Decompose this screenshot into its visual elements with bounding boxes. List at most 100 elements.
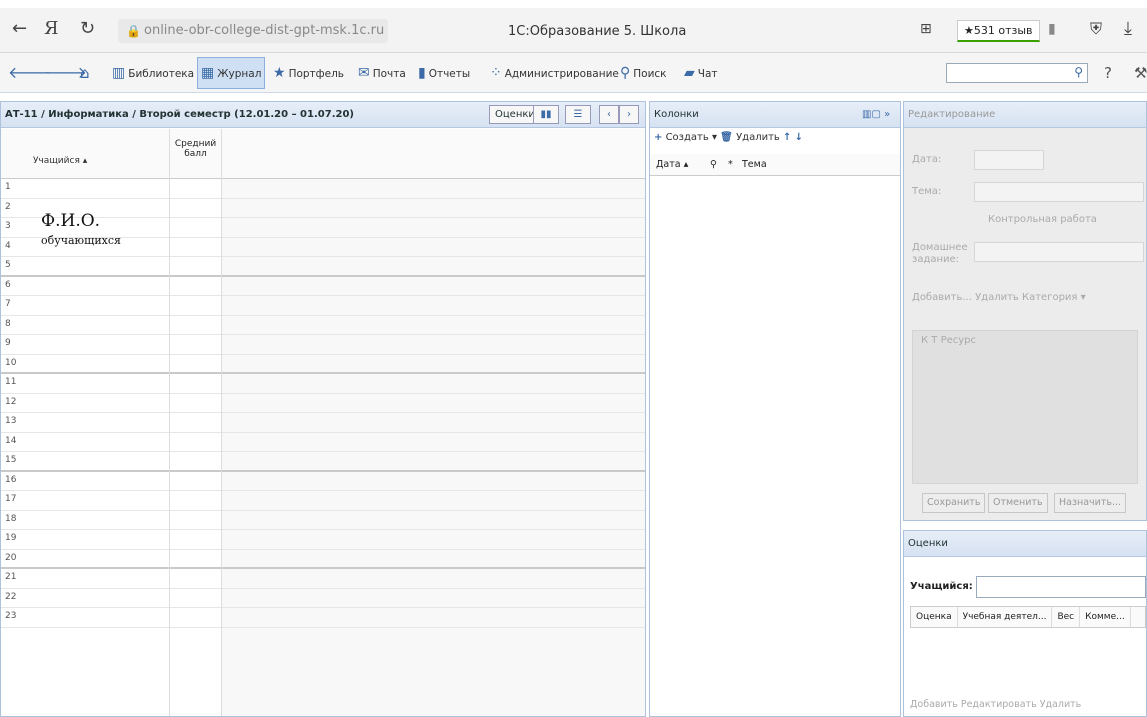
dropdown-icon[interactable]: ▾ [712, 132, 717, 143]
category-dropdown[interactable]: Категория ▾ [1022, 292, 1086, 303]
student-label: Учащийся: [910, 581, 973, 592]
delete-grade-button[interactable]: Удалить [1040, 699, 1082, 710]
journal-header: АТ-11 / Информатика / Второй семестр (12… [1, 102, 645, 128]
table-row[interactable]: 11 [1, 374, 645, 394]
topic-field[interactable] [974, 182, 1144, 202]
table-row[interactable]: 21 [1, 569, 645, 589]
asterisk-icon: * [728, 159, 733, 170]
up-arrow-icon[interactable]: ↑ [783, 132, 791, 143]
delete-resource-button[interactable]: Удалить [975, 292, 1019, 303]
search-input[interactable]: ⚲ [946, 63, 1088, 83]
menu-icon[interactable]: ☰ [565, 105, 591, 124]
yandex-icon[interactable]: Я [44, 18, 59, 40]
table-row[interactable]: 10 [1, 355, 645, 374]
table-row[interactable]: 18 [1, 511, 645, 530]
create-button[interactable]: Создать [666, 132, 709, 143]
home-icon[interactable]: ⌂ [80, 53, 90, 93]
back-icon[interactable]: ← [12, 18, 27, 40]
search-icon[interactable]: ⚲ [1074, 65, 1083, 79]
edit-grade-button[interactable]: Редактировать [961, 699, 1037, 710]
table-row[interactable]: 5 [1, 257, 645, 277]
table-row[interactable]: 7 [1, 296, 645, 316]
save-button[interactable]: Сохранить [922, 493, 986, 513]
protect-icon[interactable]: ⛨ [1090, 18, 1102, 40]
help-icon[interactable]: ? [1104, 53, 1112, 93]
nav-search[interactable]: ⚲ Поиск [620, 53, 667, 93]
nav-reports[interactable]: ▮ Отчеты [418, 53, 470, 93]
edit-header: Редактирование [904, 102, 1146, 128]
row-number: 3 [5, 221, 11, 231]
control-work-checkbox[interactable]: Контрольная работа [988, 214, 1097, 225]
table-row[interactable]: 1 [1, 179, 645, 199]
down-arrow-icon[interactable]: ↓ [795, 132, 803, 143]
column-date[interactable]: Дата ▴ [656, 154, 688, 176]
wrench-icon[interactable]: ⚒ [1134, 53, 1147, 93]
assign-button[interactable]: Назначить... [1054, 493, 1127, 513]
student-field[interactable] [976, 576, 1146, 598]
plus-icon: + [654, 132, 663, 143]
table-row[interactable]: 6 [1, 277, 645, 296]
table-row[interactable]: 15 [1, 452, 645, 472]
table-row[interactable]: 23 [1, 608, 645, 628]
trash-icon: 🗑 [720, 132, 733, 143]
nav-chat[interactable]: ▰ Чат [684, 53, 718, 93]
table-row[interactable]: 22 [1, 589, 645, 608]
journal-title: АТ-11 / Информатика / Второй семестр (12… [5, 109, 354, 120]
admin-icon: ⁘ [490, 65, 502, 81]
column-comment[interactable]: Комме... [1080, 607, 1131, 627]
columns-panel: Колонки ▥▢ » + Создать ▾ 🗑 Удалить ↑ ↓ Д… [649, 101, 901, 717]
column-activity[interactable]: Учебная деятел... [958, 607, 1053, 627]
topic-label: Тема: [912, 186, 942, 197]
row-number: 14 [5, 435, 17, 446]
row-number: 20 [5, 552, 17, 563]
nav-mail[interactable]: ✉ Почта [358, 53, 406, 93]
bookmark-icon[interactable]: ▮ [1048, 18, 1056, 40]
panel-toggle-icon[interactable]: ▥▢ » [862, 102, 890, 127]
resources-grid: К Т Ресурс [912, 330, 1138, 484]
lock-icon: 🔒 [126, 24, 141, 38]
row-number: 17 [5, 494, 17, 504]
table-row[interactable]: 20 [1, 550, 645, 569]
homework-field[interactable] [974, 242, 1144, 262]
prev-icon[interactable]: ‹ [599, 105, 619, 124]
reload-icon[interactable]: ↻ [80, 18, 95, 40]
column-topic[interactable]: Тема [742, 154, 767, 176]
grades-panel: Оценки Учащийся: Оценка Учебная деятел...… [903, 530, 1147, 717]
next-icon[interactable]: › [619, 105, 639, 124]
cancel-button[interactable]: Отменить [988, 493, 1048, 513]
table-row[interactable]: 13 [1, 413, 645, 433]
column-grade[interactable]: Оценка [911, 607, 958, 627]
table-row[interactable]: 17 [1, 491, 645, 511]
address-bar[interactable]: 🔒 online-obr-college-dist-gpt-msk.1c.ru [118, 19, 388, 43]
reviews-badge[interactable]: ★531 отзыв [957, 20, 1040, 42]
row-number: 13 [5, 416, 17, 426]
row-number: 11 [5, 377, 17, 387]
add-resource-button[interactable]: Добавить... [912, 292, 972, 303]
add-grade-button[interactable]: Добавить [910, 699, 958, 710]
download-icon[interactable]: ⤓ [1124, 18, 1132, 40]
table-row[interactable]: 19 [1, 530, 645, 550]
row-number: 22 [5, 591, 17, 602]
row-number: 10 [5, 357, 17, 368]
grades-grid-header: Оценка Учебная деятел... Вес Комме... [910, 606, 1146, 628]
table-row[interactable]: 12 [1, 394, 645, 413]
nav-portfolio[interactable]: ★ Портфель [273, 53, 344, 93]
delete-button[interactable]: Удалить [736, 132, 780, 143]
grades-header: Оценки [904, 531, 1146, 557]
columns-toolbar: + Создать ▾ 🗑 Удалить ↑ ↓ [654, 132, 803, 143]
extension-icon[interactable]: ⊞ [920, 18, 932, 40]
date-field[interactable] [974, 150, 1044, 170]
column-average[interactable]: Средний балл [169, 129, 222, 179]
table-row[interactable]: 8 [1, 316, 645, 335]
column-student[interactable]: Учащийся ▴ [33, 156, 87, 166]
table-row[interactable]: 16 [1, 472, 645, 491]
nav-library[interactable]: ▥ Библиотека [112, 53, 194, 93]
nav-admin[interactable]: ⁘ Администрирование [490, 53, 619, 93]
table-row[interactable]: 14 [1, 433, 645, 452]
chart-icon[interactable]: ▮▮ [533, 105, 559, 124]
nav-journal[interactable]: ▦ Журнал [197, 57, 266, 89]
table-row[interactable]: 9 [1, 335, 645, 355]
row-number: 21 [5, 572, 17, 582]
page-title: 1С:Образование 5. Школа [508, 24, 687, 39]
column-weight[interactable]: Вес [1052, 607, 1081, 627]
